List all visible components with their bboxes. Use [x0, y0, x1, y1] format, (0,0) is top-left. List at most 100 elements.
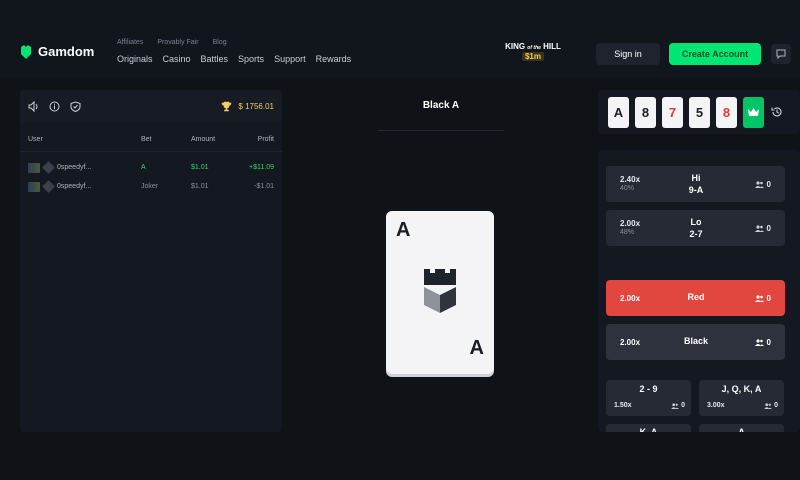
bets-table-header: User Bet Amount Profit [20, 128, 282, 152]
hi-name: Hi [691, 173, 701, 183]
table-row[interactable]: 0speedyf... A $1.01 +$11.09 [20, 158, 282, 177]
history-card: A [608, 97, 629, 128]
main-nav: Originals Casino Battles Sports Support … [117, 54, 351, 64]
history-icon[interactable] [771, 106, 783, 118]
bets-panel-toolbar: $ 1756.01 [20, 90, 282, 122]
col-user: User [28, 136, 43, 143]
table-row[interactable]: 0speedyf... Joker $1.01 -$1.01 [20, 177, 282, 196]
users-icon [754, 225, 764, 232]
range-2-9-count: 0 [681, 402, 685, 409]
users-icon [754, 181, 764, 188]
balance-amount: $ 1756.01 [238, 101, 274, 111]
red-multiplier: 2.00x [620, 294, 641, 303]
link-affiliates[interactable]: Affiliates [117, 39, 143, 46]
trophy-icon [222, 101, 232, 111]
lo-label: Lo 2-7 [666, 216, 726, 240]
users-icon [764, 402, 772, 409]
black-option[interactable]: 2.00x Black 0 [606, 324, 785, 360]
black-count: 0 [766, 338, 771, 347]
link-blog[interactable]: Blog [213, 39, 227, 46]
castle-logo-icon [424, 269, 456, 313]
king-title: KING of the HILL [505, 42, 561, 51]
lo-name: Lo [690, 217, 702, 227]
nav-battles[interactable]: Battles [201, 54, 229, 64]
range-2-9-multiplier: 1.50x [614, 402, 632, 409]
top-navigation-bar: Gamdom Affiliates Provably Fair Blog Ori… [0, 0, 800, 78]
col-profit: Profit [257, 136, 274, 143]
col-amount: Amount [191, 136, 216, 143]
page-footer-area [0, 432, 800, 480]
king-amount: $1m [521, 52, 544, 61]
lo-option[interactable]: 2.00x 48% Lo 2-7 0 [606, 210, 785, 246]
bet-cell: Joker [141, 183, 159, 190]
users-icon [754, 339, 764, 346]
divider [378, 130, 504, 131]
lo-percent: 48% [620, 229, 635, 236]
profit-cell: -$1.01 [254, 183, 274, 190]
brand-name: Gamdom [38, 44, 95, 59]
hi-range: 9-A [688, 185, 704, 195]
lo-range: 2-7 [689, 229, 703, 239]
col-bet: Bet [141, 136, 152, 143]
range-2-9-option[interactable]: 2 - 9 1.50x 0 [606, 380, 691, 416]
amount-cell: $1.01 [191, 164, 209, 171]
red-count: 0 [766, 294, 771, 303]
face-cards-count: 0 [774, 402, 778, 409]
hi-option[interactable]: 2.40x 40% Hi 9-A 0 [606, 166, 785, 202]
hi-percent: 40% [620, 185, 635, 192]
nav-originals[interactable]: Originals [117, 54, 153, 64]
gamdom-logo[interactable]: Gamdom [20, 44, 94, 59]
user-cell: 0speedyf... [28, 161, 141, 174]
face-cards-option[interactable]: J, Q, K, A 3.00x 0 [699, 380, 784, 416]
history-card: 7 [662, 97, 683, 128]
card-rank-top: A [396, 219, 411, 241]
of-the-word: of the [527, 45, 541, 51]
rank-badge-icon [42, 180, 55, 193]
red-option[interactable]: 2.00x Red 0 [606, 280, 785, 316]
king-of-the-hill-banner[interactable]: KING of the HILL $1m [505, 42, 561, 70]
hill-word: HILL [543, 42, 561, 51]
username[interactable]: 0speedyf... [57, 183, 91, 190]
sound-icon[interactable] [28, 100, 39, 112]
info-icon[interactable] [49, 101, 60, 112]
link-provably-fair[interactable]: Provably Fair [157, 39, 198, 46]
current-card-title: Black A [422, 100, 460, 111]
profit-cell: +$11.09 [249, 164, 274, 171]
gamdom-logo-icon [21, 44, 31, 59]
nav-rewards[interactable]: Rewards [316, 54, 352, 64]
current-card: A A [386, 211, 494, 374]
avatar [28, 162, 40, 173]
sign-in-button[interactable]: Sign in [596, 43, 660, 65]
shield-icon[interactable] [70, 100, 81, 112]
nav-support[interactable]: Support [274, 54, 306, 64]
hi-label: Hi 9-A [666, 172, 726, 196]
username[interactable]: 0speedyf... [57, 164, 91, 171]
users-icon [754, 295, 764, 302]
black-player-count: 0 [754, 338, 771, 347]
nav-casino[interactable]: Casino [163, 54, 191, 64]
k-a-option[interactable]: K, A [606, 424, 691, 432]
face-cards-multiplier: 3.00x [707, 402, 725, 409]
history-crown-card [743, 97, 764, 128]
avatar [28, 181, 40, 192]
ace-option[interactable]: A [699, 424, 784, 432]
balance-display: $ 1756.01 [221, 101, 274, 112]
card-rank-bottom: A [469, 337, 484, 359]
create-account-button[interactable]: Create Account [669, 43, 761, 65]
bets-panel: $ 1756.01 User Bet Amount Profit 0speedy… [20, 90, 282, 432]
nav-sports[interactable]: Sports [238, 54, 264, 64]
range-2-9-label: 2 - 9 [639, 384, 658, 394]
face-cards-label: J, Q, K, A [721, 384, 762, 394]
hi-multiplier: 2.40x [620, 175, 641, 184]
king-word: KING [505, 42, 526, 51]
rank-badge-icon [42, 161, 55, 174]
crown-icon [748, 108, 759, 116]
hi-count: 0 [766, 180, 771, 189]
chat-button[interactable] [771, 44, 791, 64]
amount-cell: $1.01 [191, 183, 209, 190]
red-player-count: 0 [754, 294, 771, 303]
user-cell: 0speedyf... [28, 180, 141, 193]
users-icon [671, 402, 679, 409]
range-2-9-player-count: 0 [671, 402, 685, 409]
black-label: Black [683, 336, 709, 346]
